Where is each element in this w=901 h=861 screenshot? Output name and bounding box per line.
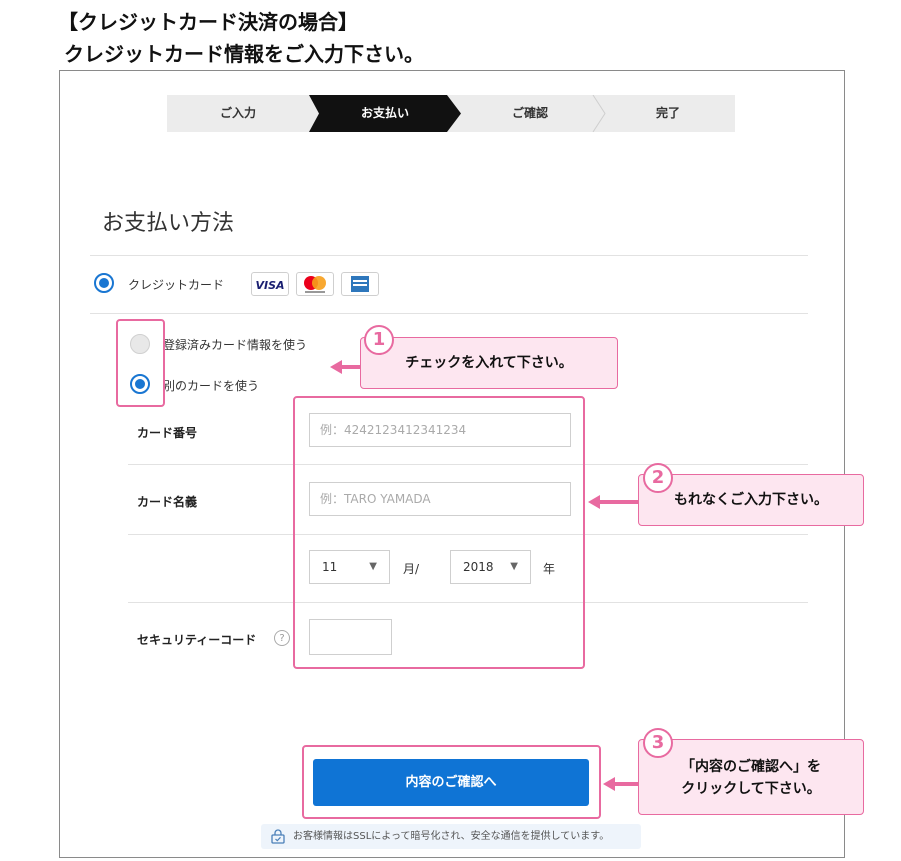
callout-2-number: 2 xyxy=(643,463,673,493)
callout-3-line1: 「内容のご確認へ」を xyxy=(681,759,821,775)
ssl-notice: お客様情報はSSLによって暗号化され、安全な通信を提供しています。 xyxy=(261,824,641,849)
lock-icon xyxy=(271,829,285,844)
payment-method-title: お支払い方法 xyxy=(102,211,235,236)
page-heading-line2: クレジットカード情報をご入力下さい。 xyxy=(64,42,424,66)
callout-1-number: 1 xyxy=(364,325,394,355)
callout-2-text: もれなくご入力下さい。 xyxy=(674,492,828,508)
progress-steps: ご入力 お支払い ご確認 完了 xyxy=(167,95,735,132)
callout-1: チェックを入れて下さい。 xyxy=(360,337,618,389)
step-confirm: ご確認 xyxy=(511,106,548,120)
callout-1-text: チェックを入れて下さい。 xyxy=(405,355,573,371)
callout-3-line2: クリックして下さい。 xyxy=(681,781,821,797)
callout-3: 「内容のご確認へ」を クリックして下さい。 xyxy=(638,739,864,815)
arrow-line xyxy=(340,365,362,369)
divider xyxy=(90,313,808,314)
help-icon[interactable]: ? xyxy=(274,630,290,646)
card-number-label: カード番号 xyxy=(137,426,198,440)
registered-card-label: 登録済みカード情報を使う xyxy=(163,338,308,352)
other-card-label: 別のカードを使う xyxy=(163,379,260,393)
arrow-line xyxy=(613,782,640,786)
credit-card-label: クレジットカード xyxy=(128,278,225,292)
arrow-line xyxy=(598,500,640,504)
radio-highlight-box xyxy=(116,319,165,407)
visa-icon: VISA xyxy=(251,272,289,296)
step-input: ご入力 xyxy=(219,106,256,120)
step-payment-label: お支払い xyxy=(360,106,409,120)
svg-text:VISA: VISA xyxy=(255,279,284,292)
credit-card-radio[interactable] xyxy=(94,273,114,293)
security-code-label: セキュリティーコード xyxy=(137,633,257,647)
page-heading-line1: 【クレジットカード決済の場合】 xyxy=(58,10,358,34)
mastercard-icon xyxy=(296,272,334,296)
card-name-label: カード名義 xyxy=(137,495,198,509)
callout-3-number: 3 xyxy=(643,728,673,758)
form-highlight-box xyxy=(293,396,585,669)
step-payment-active: お支払い xyxy=(309,95,461,132)
amex-icon xyxy=(341,272,379,296)
ssl-notice-text: お客様情報はSSLによって暗号化され、安全な通信を提供しています。 xyxy=(293,831,610,842)
confirm-order-button[interactable]: 内容のご確認へ xyxy=(313,759,589,806)
divider xyxy=(90,255,808,256)
step-complete: 完了 xyxy=(655,106,680,120)
